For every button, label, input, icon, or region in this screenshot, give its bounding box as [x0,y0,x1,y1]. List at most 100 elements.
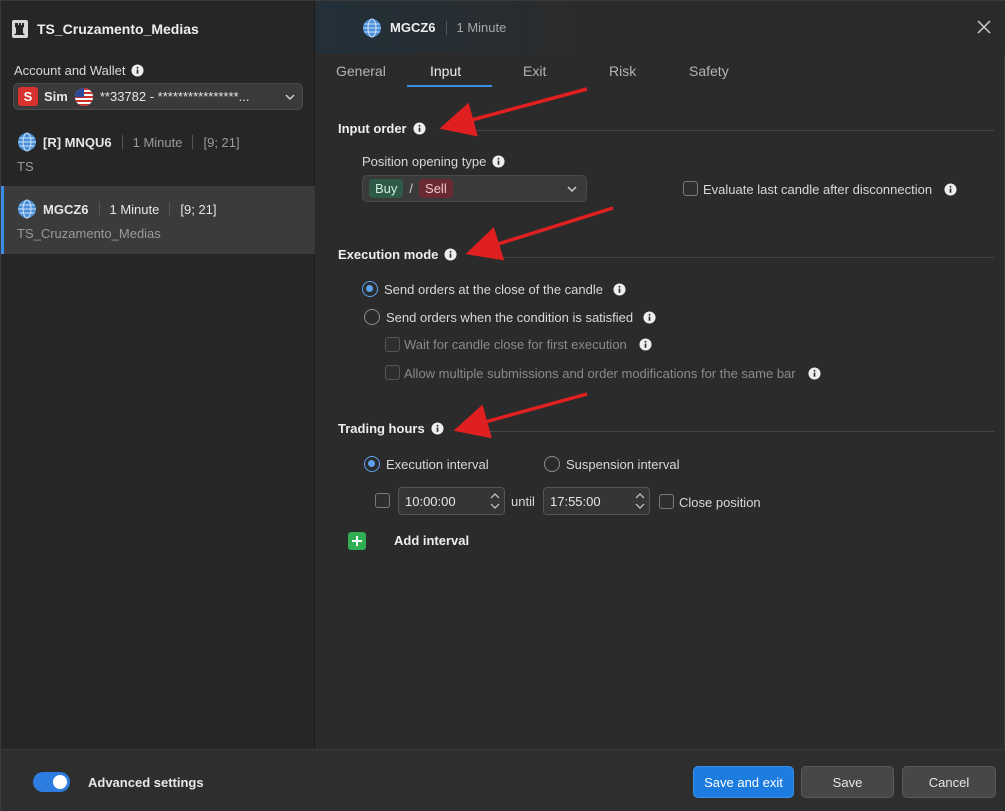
close-position-checkbox[interactable] [659,494,674,509]
settings-window: TS_Cruzamento_Medias Account and Wallet … [0,0,1005,811]
evaluate-last-candle-checkbox[interactable] [683,181,698,196]
tab-risk[interactable]: Risk [609,63,636,79]
buy-pill: Buy [369,179,404,198]
allow-multiple-text: Allow multiple submissions and order mod… [404,366,796,381]
evaluate-last-candle-label: Evaluate last candle after disconnection [703,182,957,197]
strategy-timeframe: 1 Minute [109,201,160,217]
section-divider [491,257,994,258]
close-position-label: Close position [679,495,761,510]
account-select[interactable]: S Sim **33782 - ****************... [13,83,303,110]
suspension-interval-radio[interactable] [544,456,560,472]
add-interval-button[interactable] [348,532,366,550]
dialog-header: MGCZ6 1 Minute [316,1,1005,54]
strategy-symbol: MGCZ6 [43,201,89,217]
us-flag-icon [74,87,93,106]
send-on-condition-radio[interactable] [364,309,380,325]
spinner-icon[interactable] [635,490,645,512]
allow-multiple-checkbox[interactable] [385,365,400,380]
tab-safety[interactable]: Safety [689,63,729,79]
annotation-arrow [465,206,614,261]
trading-hours-title-text: Trading hours [338,421,425,436]
globe-icon [363,18,381,37]
allow-multiple-label: Allow multiple submissions and order mod… [404,366,821,381]
rook-icon [11,19,29,39]
execution-mode-title: Execution mode [338,247,457,262]
info-icon[interactable] [492,155,505,168]
end-time-value: 17:55:00 [550,493,601,509]
info-icon[interactable] [639,338,652,351]
send-at-close-label: Send orders at the close of the candle [384,282,626,297]
send-on-condition-text: Send orders when the condition is satisf… [386,310,634,325]
position-opening-select[interactable]: Buy / Sell [362,175,587,202]
separator [169,202,171,216]
cancel-button[interactable]: Cancel [902,766,996,798]
slash: / [409,181,414,196]
add-interval-label[interactable]: Add interval [394,533,469,548]
info-icon[interactable] [431,422,444,435]
sell-pill: Sell [419,179,453,198]
wait-candle-close-label: Wait for candle close for first executio… [404,337,652,352]
strategy-params: [9; 21] [203,134,240,150]
evaluate-last-candle-text: Evaluate last candle after disconnection [703,182,933,197]
save-button[interactable]: Save [801,766,894,798]
account-wallet-text: Account and Wallet [14,63,126,78]
tab-general[interactable]: General [336,63,386,79]
tab-input[interactable]: Input [430,63,461,79]
info-icon[interactable] [130,64,144,77]
interval-enable-checkbox[interactable] [375,493,390,508]
strategy-item-selected[interactable]: MGCZ6 1 Minute [9; 21] TS_Cruzamento_Med… [1,186,315,254]
advanced-settings-toggle[interactable] [33,772,70,792]
send-at-close-radio[interactable] [362,281,378,297]
account-badge: S [18,87,38,106]
chevron-down-icon [567,185,577,192]
separator [192,135,194,149]
chevron-down-icon [285,93,295,100]
section-divider [471,130,994,131]
execution-interval-label: Execution interval [386,457,489,472]
strategy-timeframe: 1 Minute [132,134,183,150]
header-symbol: MGCZ6 [390,20,436,35]
strategy-item[interactable]: [R] MNQU6 1 Minute [9; 21] TS [1,119,315,187]
wait-candle-close-text: Wait for candle close for first executio… [404,337,627,352]
spinner-icon[interactable] [490,490,500,512]
account-wallet-label: Account and Wallet [14,63,144,78]
end-time-input[interactable]: 17:55:00 [543,487,650,515]
info-icon[interactable] [643,311,656,324]
execution-mode-title-text: Execution mode [338,247,439,262]
execution-interval-radio[interactable] [364,456,380,472]
globe-icon [18,132,36,152]
annotation-arrow [453,392,588,439]
strategy-name: TS_Cruzamento_Medias [17,226,161,241]
account-type: Sim [44,89,68,104]
info-icon[interactable] [613,283,626,296]
info-icon[interactable] [944,183,957,196]
separator [98,202,100,216]
strategy-name: TS [17,159,34,174]
close-icon[interactable] [977,20,991,34]
position-opening-text: Position opening type [362,154,487,169]
start-time-value: 10:00:00 [405,493,456,509]
info-icon[interactable] [444,248,457,261]
advanced-settings-label: Advanced settings [88,775,204,790]
strategy-title: TS_Cruzamento_Medias [37,21,199,37]
trading-hours-title: Trading hours [338,421,444,436]
wait-candle-close-checkbox[interactable] [385,337,400,352]
strategy-symbol: [R] MNQU6 [43,134,112,150]
separator [121,135,123,149]
input-order-title-text: Input order [338,121,407,136]
save-and-exit-button[interactable]: Save and exit [693,766,794,798]
info-icon[interactable] [808,367,821,380]
tab-exit[interactable]: Exit [523,63,546,79]
sidebar: TS_Cruzamento_Medias Account and Wallet … [1,1,315,749]
plus-icon [352,536,362,546]
annotation-arrow [439,87,588,137]
account-number: **33782 - ****************... [99,89,250,104]
info-icon[interactable] [413,122,426,135]
suspension-interval-label: Suspension interval [566,457,680,472]
start-time-input[interactable]: 10:00:00 [398,487,505,515]
strategy-params: [9; 21] [180,201,217,217]
until-label: until [511,494,535,509]
input-order-title: Input order [338,121,426,136]
position-opening-label: Position opening type [362,154,505,169]
separator [445,20,447,35]
